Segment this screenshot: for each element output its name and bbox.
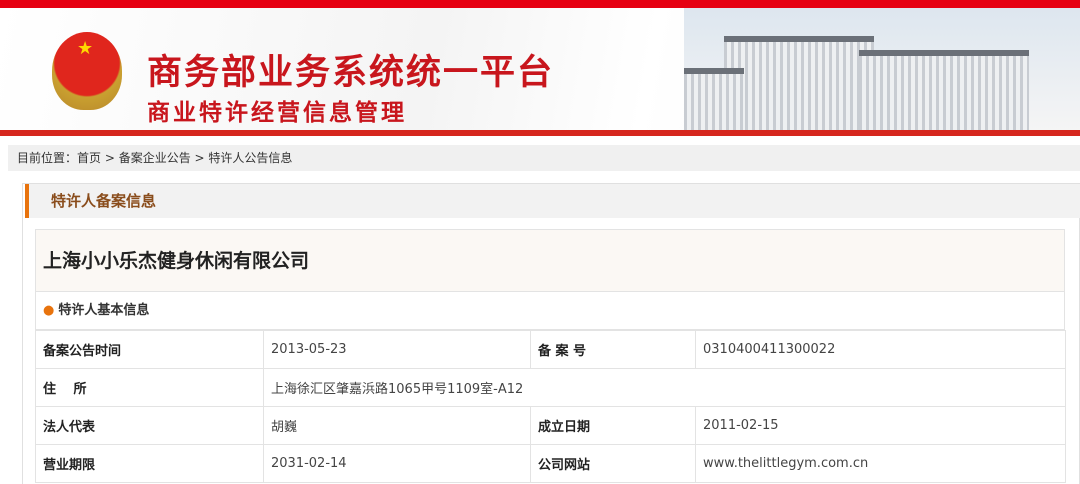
breadcrumb-current: 特许人公告信息: [208, 151, 293, 165]
table-row: 住 所 上海徐汇区肇嘉浜路1065甲号1109室-A12: [35, 368, 1066, 407]
table-row: 备案公告时间 2013-05-23 备 案 号 0310400411300022: [35, 330, 1066, 369]
bullet-icon: ●: [43, 303, 55, 318]
field-value: 2013-05-23: [263, 330, 531, 369]
website-link[interactable]: www.thelittlegym.com.cn: [695, 444, 1066, 483]
site-title: 商务部业务系统统一平台: [147, 53, 555, 93]
field-label: 备案公告时间: [35, 330, 264, 369]
field-label: 成立日期: [530, 406, 696, 445]
panel-title: 特许人备案信息: [25, 184, 1080, 218]
field-value: 2011-02-15: [695, 406, 1066, 445]
site-subtitle: 商业特许经营信息管理: [147, 100, 407, 126]
building-image: [684, 8, 1080, 130]
field-value: 2031-02-14: [263, 444, 531, 483]
breadcrumb-label: 目前位置：: [17, 151, 78, 165]
top-red-bar: [0, 0, 1080, 8]
info-table: 备案公告时间 2013-05-23 备 案 号 0310400411300022…: [35, 330, 1066, 483]
table-row: 法人代表 胡巍 成立日期 2011-02-15: [35, 406, 1066, 445]
field-label: 法人代表: [35, 406, 264, 445]
breadcrumb-home[interactable]: 首页: [77, 151, 101, 165]
field-label: 住 所: [35, 368, 264, 407]
breadcrumb: 目前位置：首页 > 备案企业公告 > 特许人公告信息: [8, 145, 1080, 171]
breadcrumb-separator: >: [101, 151, 119, 165]
field-label: 备 案 号: [530, 330, 696, 369]
field-value: 上海徐汇区肇嘉浜路1065甲号1109室-A12: [263, 368, 1066, 407]
field-label: 营业期限: [35, 444, 264, 483]
header-divider: [0, 130, 1080, 136]
field-value: 0310400411300022: [695, 330, 1066, 369]
breadcrumb-filings[interactable]: 备案企业公告: [119, 151, 191, 165]
breadcrumb-separator: >: [190, 151, 209, 165]
national-emblem-icon: ★: [52, 32, 122, 110]
field-label: 公司网站: [530, 444, 696, 483]
company-name: 上海小小乐杰健身休闲有限公司: [35, 229, 1065, 292]
section-title: ● 特许人基本信息: [35, 291, 1065, 330]
section-label: 特许人基本信息: [58, 303, 150, 318]
table-row: 营业期限 2031-02-14 公司网站 www.thelittlegym.co…: [35, 444, 1066, 483]
field-value: 胡巍: [263, 406, 531, 445]
